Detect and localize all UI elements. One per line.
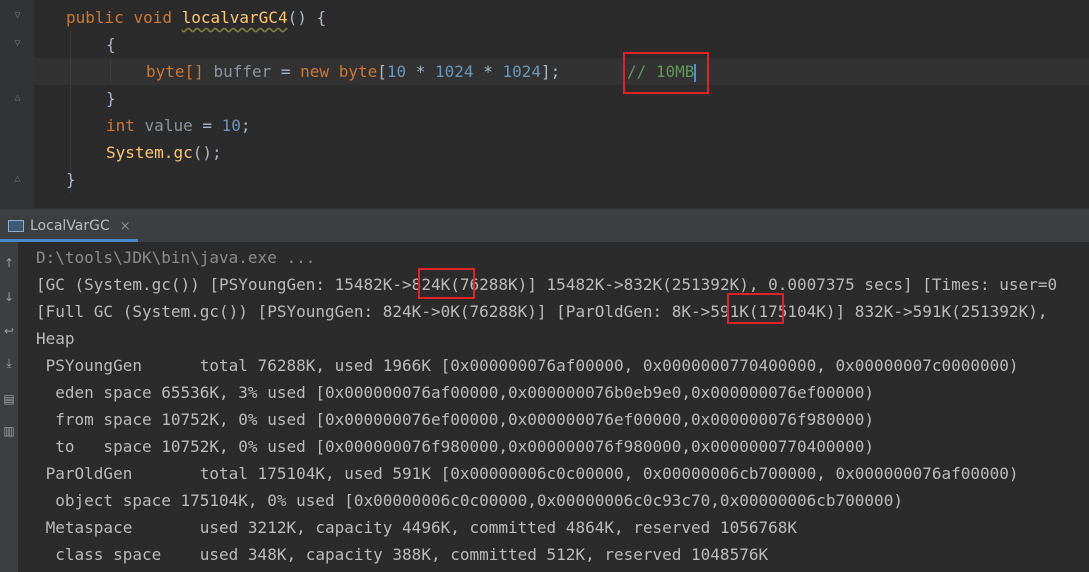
fold-marker-icon[interactable]: ▽ [12, 38, 23, 49]
annotation-box [418, 268, 475, 299]
code-text: ; [240, 116, 251, 135]
variable: value [144, 116, 193, 135]
code-text: } [66, 170, 76, 189]
console-text: [Full GC (System.gc()) [PSYoungGen: 824K… [36, 302, 701, 321]
console-line: eden space 65536K, 3% used [0x000000076a… [36, 383, 875, 402]
console-line: to space 10752K, 0% used [0x000000076f98… [36, 437, 875, 456]
annotation-box [727, 293, 784, 324]
console-line: object space 175104K, 0% used [0x0000000… [36, 491, 903, 510]
code-text: * [473, 62, 503, 81]
class-name: System. [106, 143, 174, 162]
console-line: PSYoungGen total 76288K, used 1966K [0x0… [36, 356, 1019, 375]
code-line-7[interactable]: } [66, 166, 76, 193]
indent-guide [110, 58, 111, 85]
soft-wrap-icon[interactable]: ↩ [2, 324, 16, 338]
code-text: [ [377, 62, 387, 81]
number: 10 [386, 62, 407, 81]
keyword: new [300, 62, 330, 81]
number: 1024 [502, 62, 541, 81]
keyword: public [66, 8, 124, 27]
editor-gutter: ▽ ▽ △ △ [0, 0, 34, 208]
close-icon[interactable]: × [120, 219, 131, 234]
code-text: * [406, 62, 436, 81]
rerun-down-icon[interactable]: ↓ [2, 290, 16, 304]
code-text: } [106, 89, 116, 108]
console-output[interactable]: D:\tools\JDK\bin\java.exe ... [GC (Syste… [18, 242, 1089, 572]
annotation-box [623, 52, 709, 94]
code-text: ]; [541, 62, 561, 81]
console-line-full-gc: [Full GC (System.gc()) [PSYoungGen: 824K… [36, 298, 1047, 325]
console-command: D:\tools\JDK\bin\java.exe ... [36, 248, 316, 267]
code-line-2[interactable]: { [106, 31, 116, 58]
code-line-3[interactable]: byte[] buffer = new byte[10 * 1024 * 102… [146, 58, 560, 85]
number: 10 [221, 116, 241, 135]
console-line: ParOldGen total 175104K, used 591K [0x00… [36, 464, 1019, 483]
print-icon[interactable]: ▤ [2, 392, 16, 406]
keyword: void [133, 8, 172, 27]
method-name: localvarGC4 [181, 8, 288, 27]
code-text: { [106, 35, 116, 54]
code-text: (); [192, 143, 222, 162]
scroll-to-end-icon[interactable]: ⤓ [2, 356, 16, 370]
fold-marker-icon[interactable]: △ [12, 173, 23, 184]
code-line-5[interactable]: int value = 10; [106, 112, 251, 139]
fold-marker-icon[interactable]: ▽ [12, 10, 23, 21]
type: byte [338, 62, 378, 81]
rerun-up-icon[interactable]: ↑ [2, 256, 16, 270]
console-text: [GC (System.gc()) [PSYoungGen: 15482K- [36, 275, 403, 294]
console-line-gc: [GC (System.gc()) [PSYoungGen: 15482K->8… [36, 271, 1057, 298]
code-text: = [271, 62, 301, 81]
console-line: Heap [36, 329, 75, 348]
tab-label: LocalVarGC [30, 218, 110, 234]
code-line-6[interactable]: System.gc(); [106, 139, 222, 166]
code-editor[interactable]: ▽ ▽ △ △ public void localvarGC4() { { by… [0, 0, 1089, 208]
tab-localvargc[interactable]: LocalVarGC × [0, 209, 145, 243]
code-text: = [192, 116, 222, 135]
console-line: Metaspace used 3212K, capacity 4496K, co… [36, 518, 797, 537]
console-text: (76288K)] 15482K->832K(251392K), 0.00073… [450, 275, 1058, 294]
keyword: int [106, 116, 135, 135]
trash-icon[interactable]: ▥ [2, 424, 16, 438]
run-tool-window-header: LocalVarGC × [0, 208, 1089, 242]
method-call: gc [173, 143, 193, 162]
variable: buffer [213, 62, 272, 81]
code-text: () { [287, 8, 327, 27]
console-text: (175104K)] 832K->591K(251392K), [748, 302, 1048, 321]
code-line-1[interactable]: public void localvarGC4() { [66, 4, 326, 31]
console-toolbar: ↑ ↓ ↩ ⤓ ▤ ▥ [0, 242, 18, 572]
type: byte[] [146, 62, 204, 81]
console-window-icon [8, 220, 24, 232]
number: 1024 [435, 62, 474, 81]
console-line: from space 10752K, 0% used [0x000000076e… [36, 410, 875, 429]
code-line-4[interactable]: } [106, 85, 116, 112]
console-line: class space used 348K, capacity 388K, co… [36, 545, 769, 564]
fold-marker-icon[interactable]: △ [12, 92, 23, 103]
